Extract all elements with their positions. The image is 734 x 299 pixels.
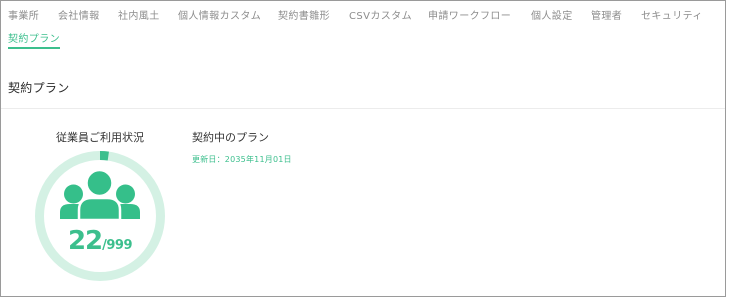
person-left-head: [64, 184, 83, 204]
tab-administrators[interactable]: 管理者: [591, 11, 622, 23]
tab-personal-info-custom[interactable]: 個人情報カスタム: [178, 11, 261, 23]
tab-offices[interactable]: 事業所: [8, 11, 39, 23]
person-center-head: [85, 168, 114, 198]
settings-page: 事業所 会社情報 社内風土 個人情報カスタム 契約書雛形 CSVカスタム 申請ワ…: [0, 0, 734, 299]
usage-count: 22/999: [30, 226, 170, 261]
person-center-body: [77, 196, 122, 222]
tab-approval-workflow[interactable]: 申請ワークフロー: [428, 11, 511, 23]
group-icon: [60, 168, 140, 222]
tab-contract-plan[interactable]: 契約プラン: [8, 34, 60, 49]
tab-company-info[interactable]: 会社情報: [58, 11, 100, 23]
usage-gauge: [35, 151, 165, 281]
settings-tab-nav: 事業所 会社情報 社内風土 個人情報カスタム 契約書雛形 CSVカスタム 申請ワ…: [0, 0, 726, 56]
usage-total-count: 999: [106, 238, 133, 253]
section-divider: [1, 108, 725, 109]
tab-security[interactable]: セキュリティ: [641, 11, 703, 23]
tab-csv-custom[interactable]: CSVカスタム: [349, 11, 412, 23]
usage-title: 従業員ご利用状況: [56, 131, 144, 144]
usage-used-count: 22: [67, 226, 103, 256]
section-title: 契約プラン: [8, 81, 70, 95]
plan-renewal-date: 更新日：2035年11月01日: [192, 155, 292, 164]
tab-company-culture[interactable]: 社内風土: [118, 11, 160, 23]
plan-title: 契約中のプラン: [192, 131, 269, 144]
tab-personal-settings[interactable]: 個人設定: [531, 11, 573, 23]
person-right-head: [116, 184, 135, 204]
tab-contract-templates[interactable]: 契約書雛形: [278, 11, 330, 23]
